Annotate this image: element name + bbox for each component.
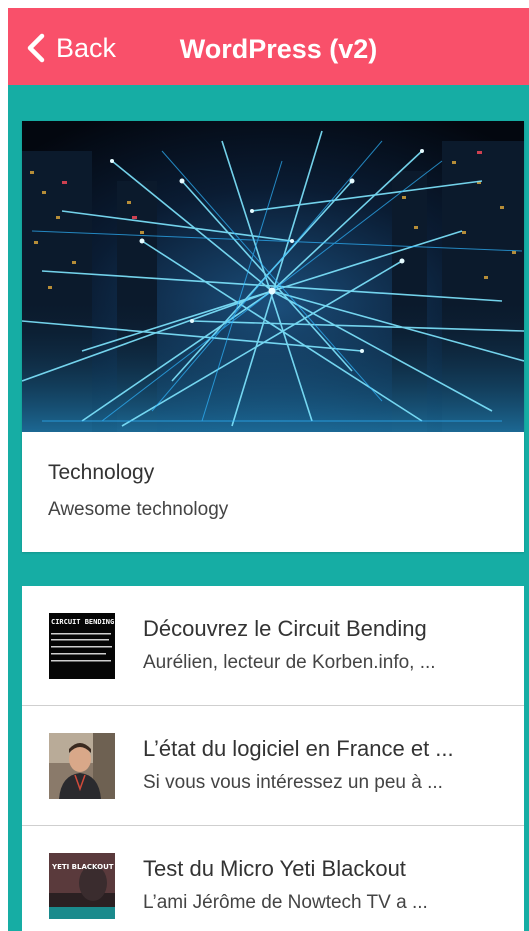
thumb-caption: CIRCUIT BENDING [51,618,114,626]
post-title: Découvrez le Circuit Bending [143,616,427,641]
post-excerpt: Si vous vous intéressez un peu à ... [143,772,443,793]
post-excerpt: Aurélien, lecteur de Korben.info, ... [143,652,436,673]
thumb-caption: YETI BLACKOUT [51,863,114,871]
list-item[interactable]: L’état du logiciel en France et ... Si v… [22,706,524,826]
yeti-blackout-thumbnail: YETI BLACKOUT [49,853,115,919]
featured-card[interactable]: Technology Awesome technology [22,121,524,552]
content-area: Technology Awesome technology CIRCUIT BE… [8,85,529,931]
post-excerpt: L’ami Jérôme de Nowtech TV a ... [143,892,428,913]
person-portrait-thumbnail [49,733,115,799]
network-lights-image [22,121,524,432]
featured-title: Technology [48,461,155,484]
featured-subtitle: Awesome technology [48,499,229,520]
nav-bar: Back WordPress (v2) [8,8,529,85]
post-list: CIRCUIT BENDING Découvrez le Circuit Ben… [22,586,524,931]
page-title: WordPress (v2) [179,34,378,64]
app-screen: Back WordPress (v2) Technology Awesome t… [0,0,529,931]
circuit-bending-thumbnail: CIRCUIT BENDING [49,613,115,679]
featured-text: Technology Awesome technology [48,461,228,521]
list-item[interactable]: YETI BLACKOUT Test du Micro Yeti Blackou… [22,826,524,931]
list-item[interactable]: CIRCUIT BENDING Découvrez le Circuit Ben… [22,586,524,706]
post-title: L’état du logiciel en France et ... [143,736,454,761]
post-title: Test du Micro Yeti Blackout [143,856,406,881]
